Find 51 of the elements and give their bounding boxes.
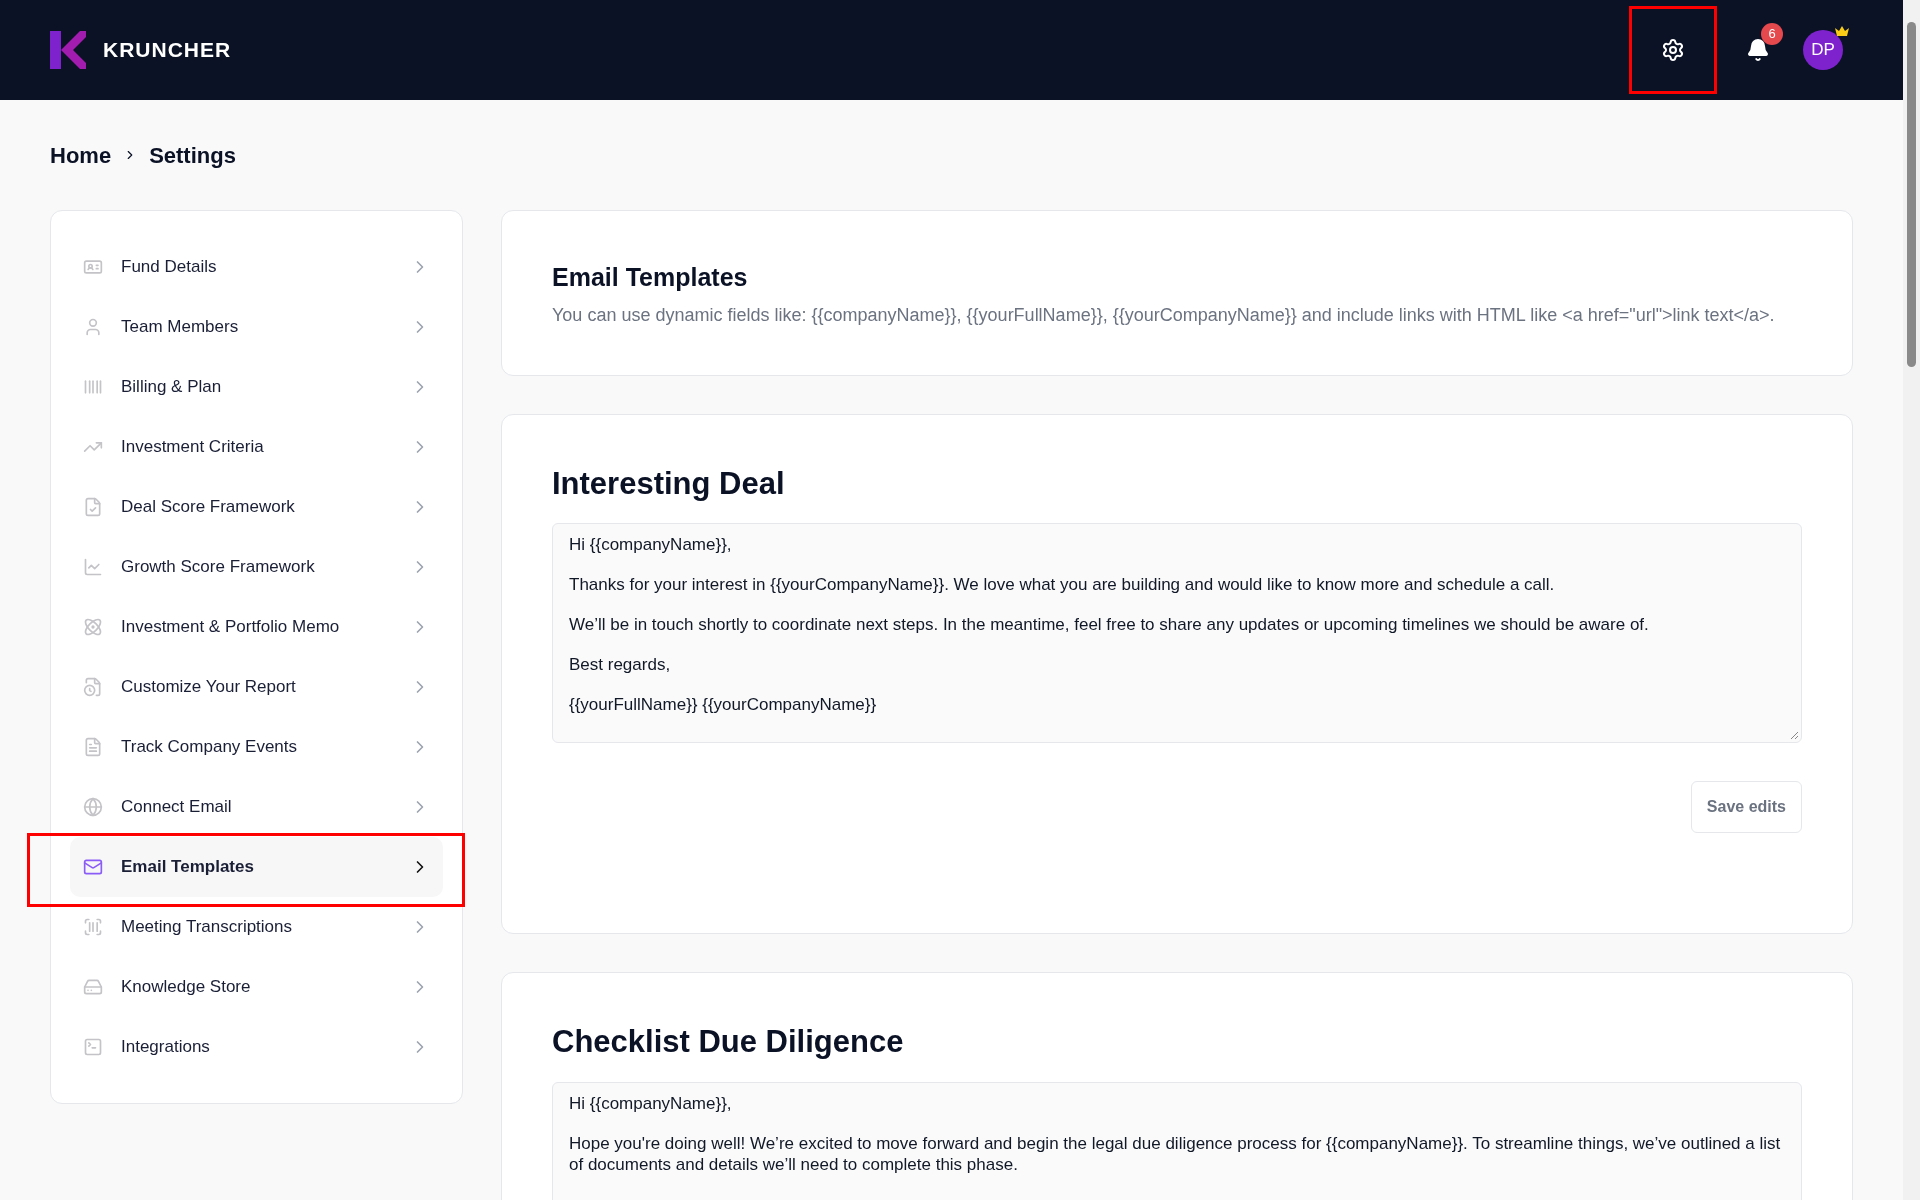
user-avatar[interactable]: DP <box>1803 30 1843 70</box>
save-edits-button[interactable]: Save edits <box>1690 781 1802 833</box>
envelope-icon <box>83 857 103 877</box>
settings-icon <box>1661 38 1685 62</box>
logo-icon <box>50 31 86 69</box>
template-line: We’ll be in touch shortly to coordinate next steps. In the meantime, feel free to share any updates or upcoming timelines we should be aware of. <box>569 614 1650 635</box>
globe-icon <box>83 797 103 817</box>
template-title: Checklist Due Diligence <box>552 1023 905 1061</box>
atom-icon <box>83 617 103 637</box>
sidebar-item[interactable]: Investment Criteria <box>70 417 443 477</box>
id-card-icon <box>83 257 103 277</box>
barcode-icon <box>83 917 103 937</box>
sidebar-item[interactable]: Knowledge Store <box>70 957 443 1017</box>
terminal-icon <box>83 1037 103 1057</box>
sidebar-item[interactable]: Meeting Transcriptions <box>70 897 443 957</box>
sidebar-item[interactable]: Investment & Portfolio Memo <box>70 597 443 657</box>
template-line: Thanks for your interest in {{yourCompanyName}}. We love what you are building and would like to know more and schedule a call. <box>569 574 1556 595</box>
template-line: Hope you're doing well! We’re excited to move forward and begin the legal due diligence process for {{companyName}}. To streamline things, we’ve outlined a list of documents and details we’ll need to complete this phase. <box>569 1132 1782 1175</box>
sidebar-item[interactable]: Billing & Plan <box>70 357 443 417</box>
sidebar-item[interactable]: Integrations <box>70 1017 443 1077</box>
scrollbar[interactable] <box>1903 0 1920 1200</box>
template-line: Hi {{companyName}}, <box>569 534 733 555</box>
template-editor[interactable] <box>552 523 1802 743</box>
sidebar-item[interactable]: Deal Score Framework <box>70 477 443 537</box>
sidebar-item[interactable]: Growth Score Framework <box>70 537 443 597</box>
drive-icon <box>83 977 103 997</box>
sidebar-item[interactable]: Customize Your Report <box>70 657 443 717</box>
sidebar-item[interactable]: Email Templates <box>70 837 443 897</box>
template-title: Interesting Deal <box>552 464 786 503</box>
document-icon <box>83 737 103 757</box>
breadcrumb-link[interactable]: Home <box>50 138 112 172</box>
notification-badge: 6 <box>1761 23 1783 45</box>
scrollbar-thumb[interactable] <box>1907 22 1916 367</box>
person-icon <box>83 317 103 337</box>
sidebar-item[interactable]: Fund Details <box>70 237 443 297</box>
sidebar-item[interactable]: Connect Email <box>70 777 443 837</box>
document-clock-icon <box>83 677 103 697</box>
card-title: Email Templates <box>552 262 749 293</box>
template-line: Best regards, <box>569 654 672 675</box>
template-line: Hi {{companyName}}, <box>569 1092 733 1114</box>
breadcrumb-link[interactable]: Settings <box>149 138 236 172</box>
sidebar-item[interactable]: Team Members <box>70 297 443 357</box>
document-check-icon <box>83 497 103 517</box>
line-chart-icon <box>83 557 103 577</box>
crown-icon <box>1835 26 1849 36</box>
card-description: You can use dynamic fields like: {{companyName}}, {{yourFullName}}, {{yourCompanyName}} and include links with HTML like <a href="url">link text</a>. <box>552 304 1776 325</box>
barcode-icon <box>83 377 103 397</box>
template-line: {{yourFullName}} {{yourCompanyName}} <box>569 694 878 715</box>
sidebar-item[interactable]: Track Company Events <box>70 717 443 777</box>
bell-icon <box>1746 38 1770 62</box>
brand-name: KRUNCHER <box>103 37 232 64</box>
